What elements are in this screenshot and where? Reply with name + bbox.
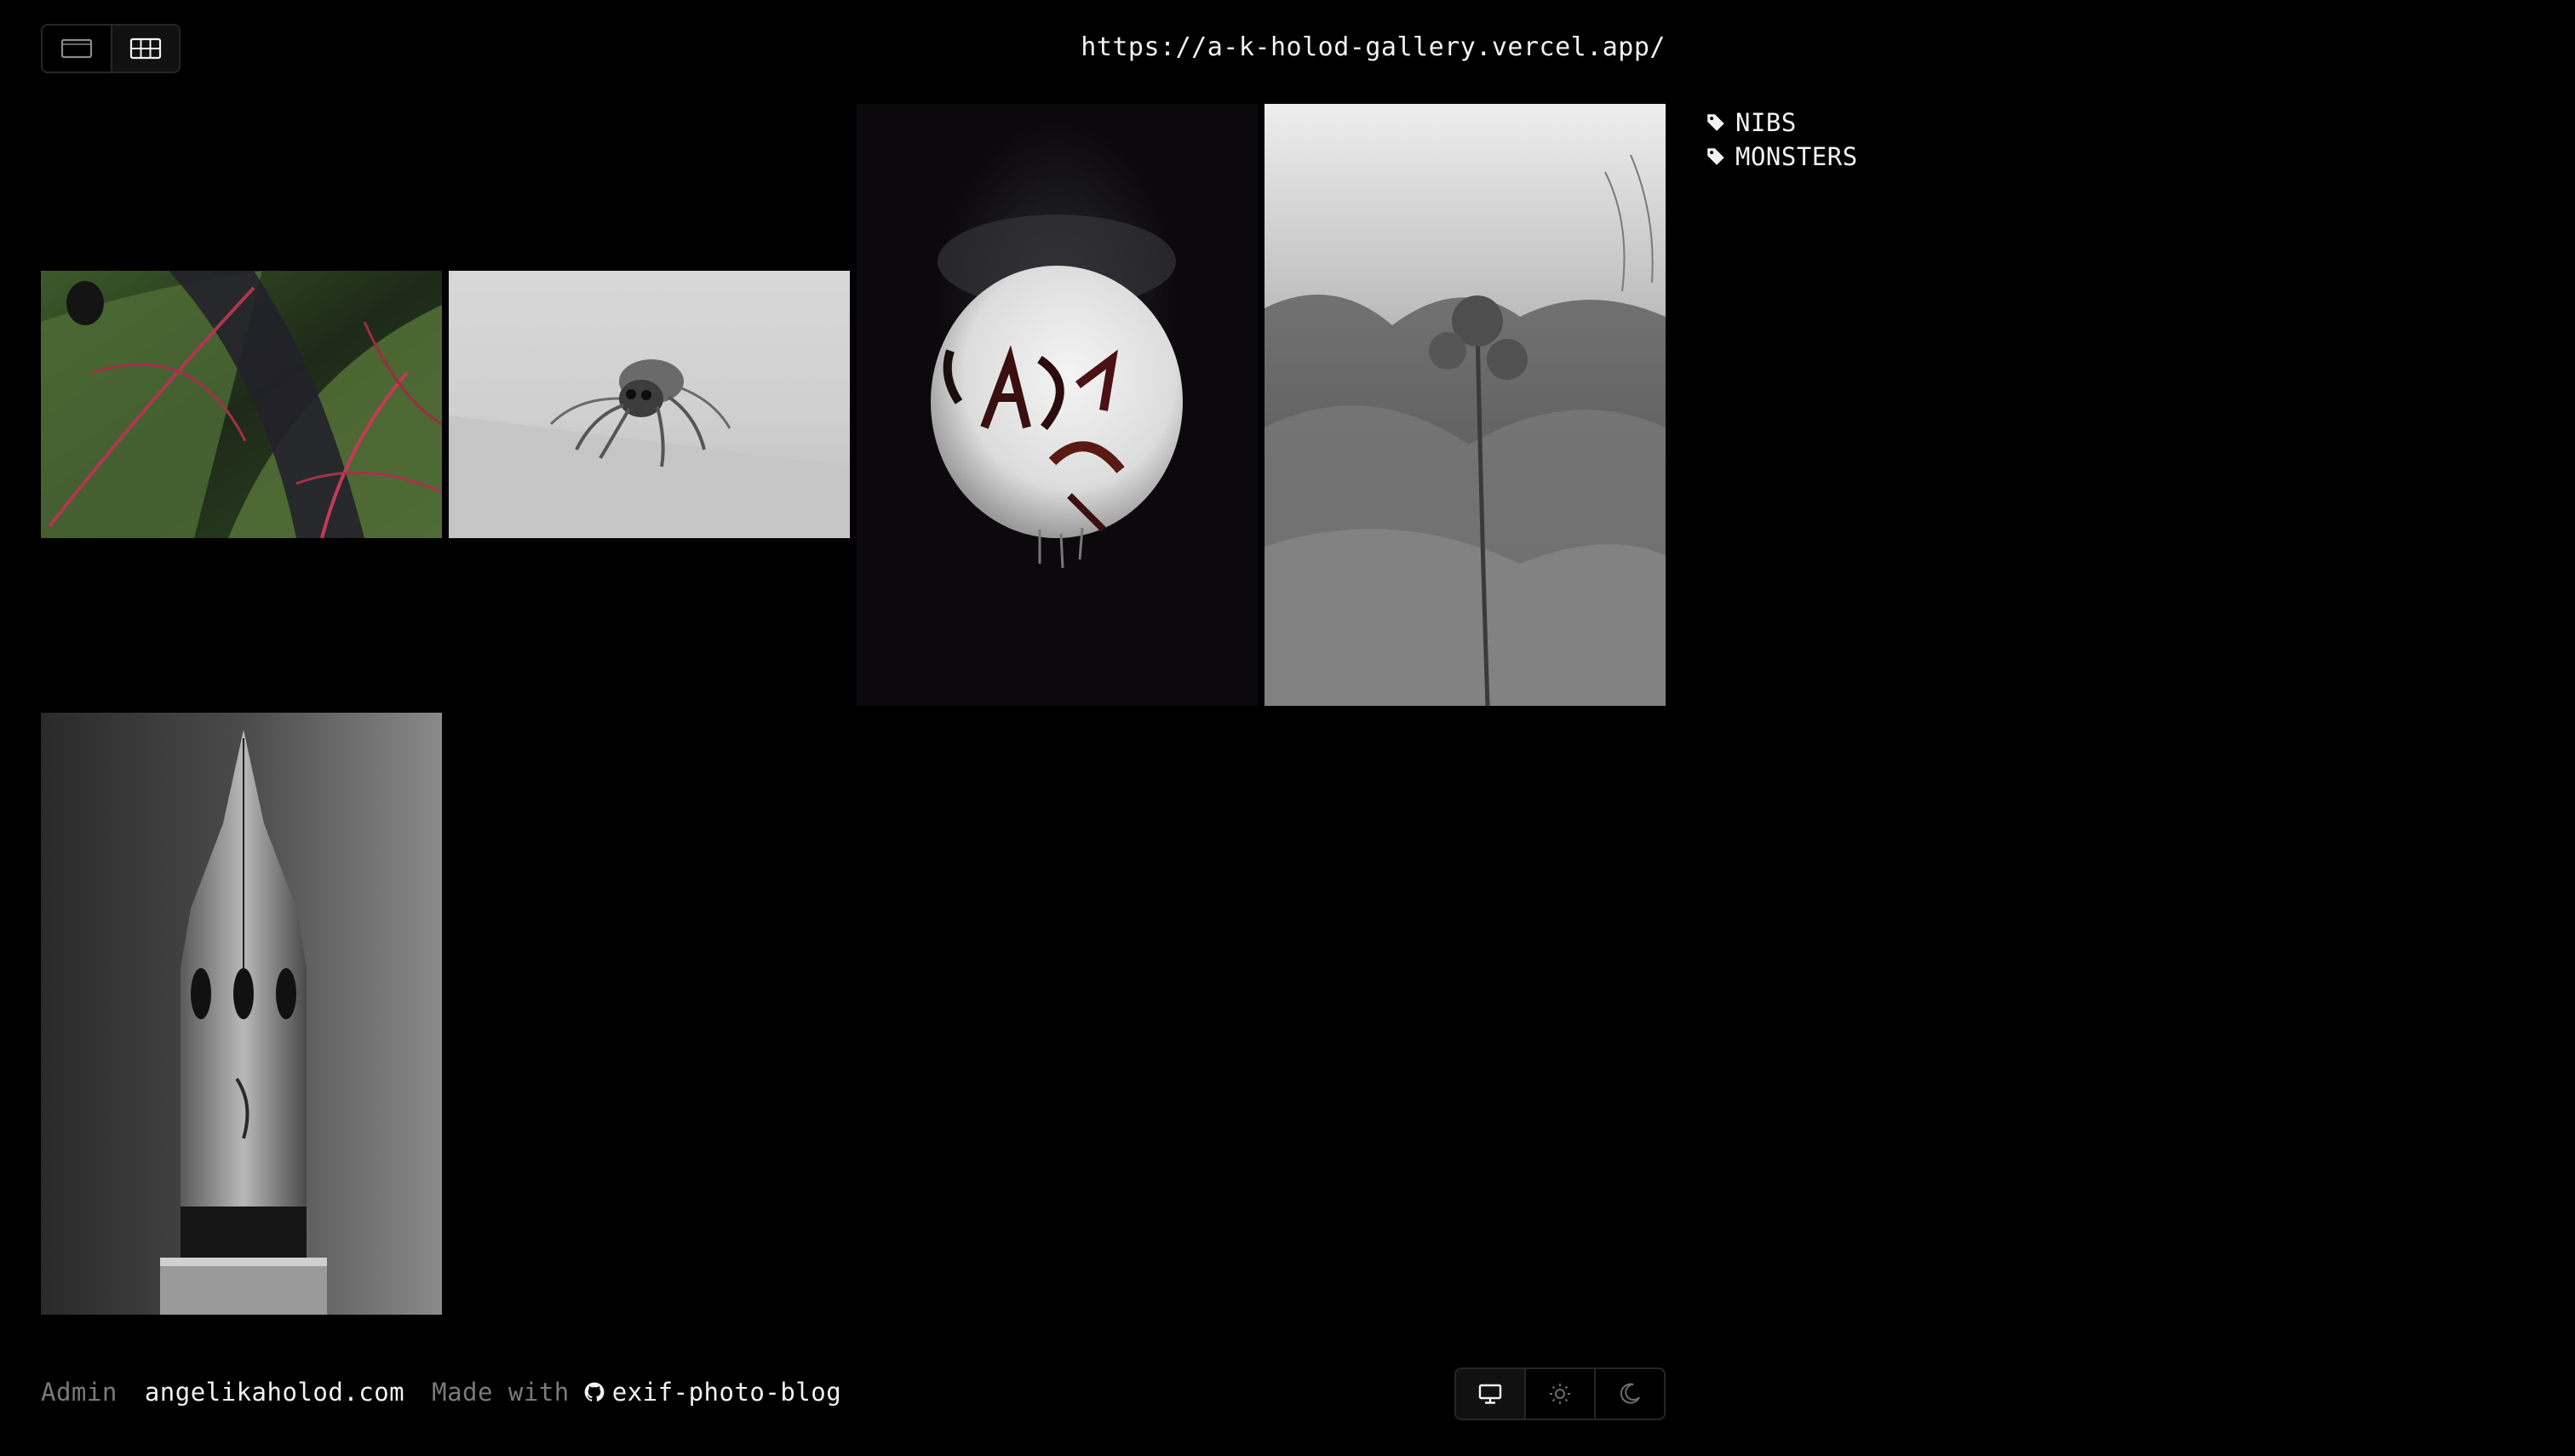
photo-tile-lightbulb[interactable]	[857, 104, 1258, 706]
tag-item-nibs[interactable]: NIBS	[1705, 106, 1858, 140]
site-link[interactable]: angelikaholod.com	[145, 1378, 404, 1407]
grid-icon	[129, 37, 162, 60]
theme-toggle	[1454, 1367, 1666, 1420]
full-frame-icon	[60, 38, 93, 59]
monitor-icon	[1478, 1384, 1502, 1404]
photo-tile-spider[interactable]	[449, 271, 850, 538]
tag-label: NIBS	[1735, 108, 1797, 137]
spider-photo	[449, 271, 850, 538]
lightbulb-graffiti-photo	[857, 104, 1258, 706]
dark-theme-button[interactable]	[1594, 1369, 1664, 1419]
tag-icon	[1707, 114, 1724, 131]
made-with-label: Made with	[432, 1378, 570, 1407]
tag-list: NIBS MONSTERS	[1705, 106, 1858, 174]
plants-photo	[1265, 104, 1666, 706]
project-link[interactable]: exif-photo-blog	[612, 1378, 841, 1407]
sun-icon	[1550, 1384, 1570, 1404]
tag-item-monsters[interactable]: MONSTERS	[1705, 140, 1858, 174]
light-theme-button[interactable]	[1524, 1369, 1594, 1419]
admin-link[interactable]: Admin	[41, 1378, 118, 1407]
system-theme-button[interactable]	[1456, 1369, 1524, 1419]
photo-tile-leaf[interactable]	[41, 271, 442, 538]
photo-tile-pen-nib[interactable]	[41, 713, 442, 1315]
leaf-photo	[41, 271, 442, 538]
photo-gallery-page: https://a-k-holod-gallery.vercel.app/ NI…	[0, 0, 2575, 1456]
photo-tile-plants[interactable]	[1265, 104, 1666, 706]
pen-nib-photo	[41, 713, 442, 1315]
tag-label: MONSTERS	[1735, 142, 1858, 171]
footer: Admin angelikaholod.com Made with exif-p…	[41, 1378, 841, 1407]
tag-icon	[1707, 148, 1724, 165]
site-url-link[interactable]: https://a-k-holod-gallery.vercel.app/	[1081, 32, 1666, 62]
github-icon	[584, 1382, 605, 1402]
grid-view-button[interactable]	[111, 26, 179, 72]
view-mode-toggle	[41, 24, 181, 73]
full-frame-view-button[interactable]	[43, 26, 111, 72]
moon-icon	[1620, 1383, 1640, 1404]
